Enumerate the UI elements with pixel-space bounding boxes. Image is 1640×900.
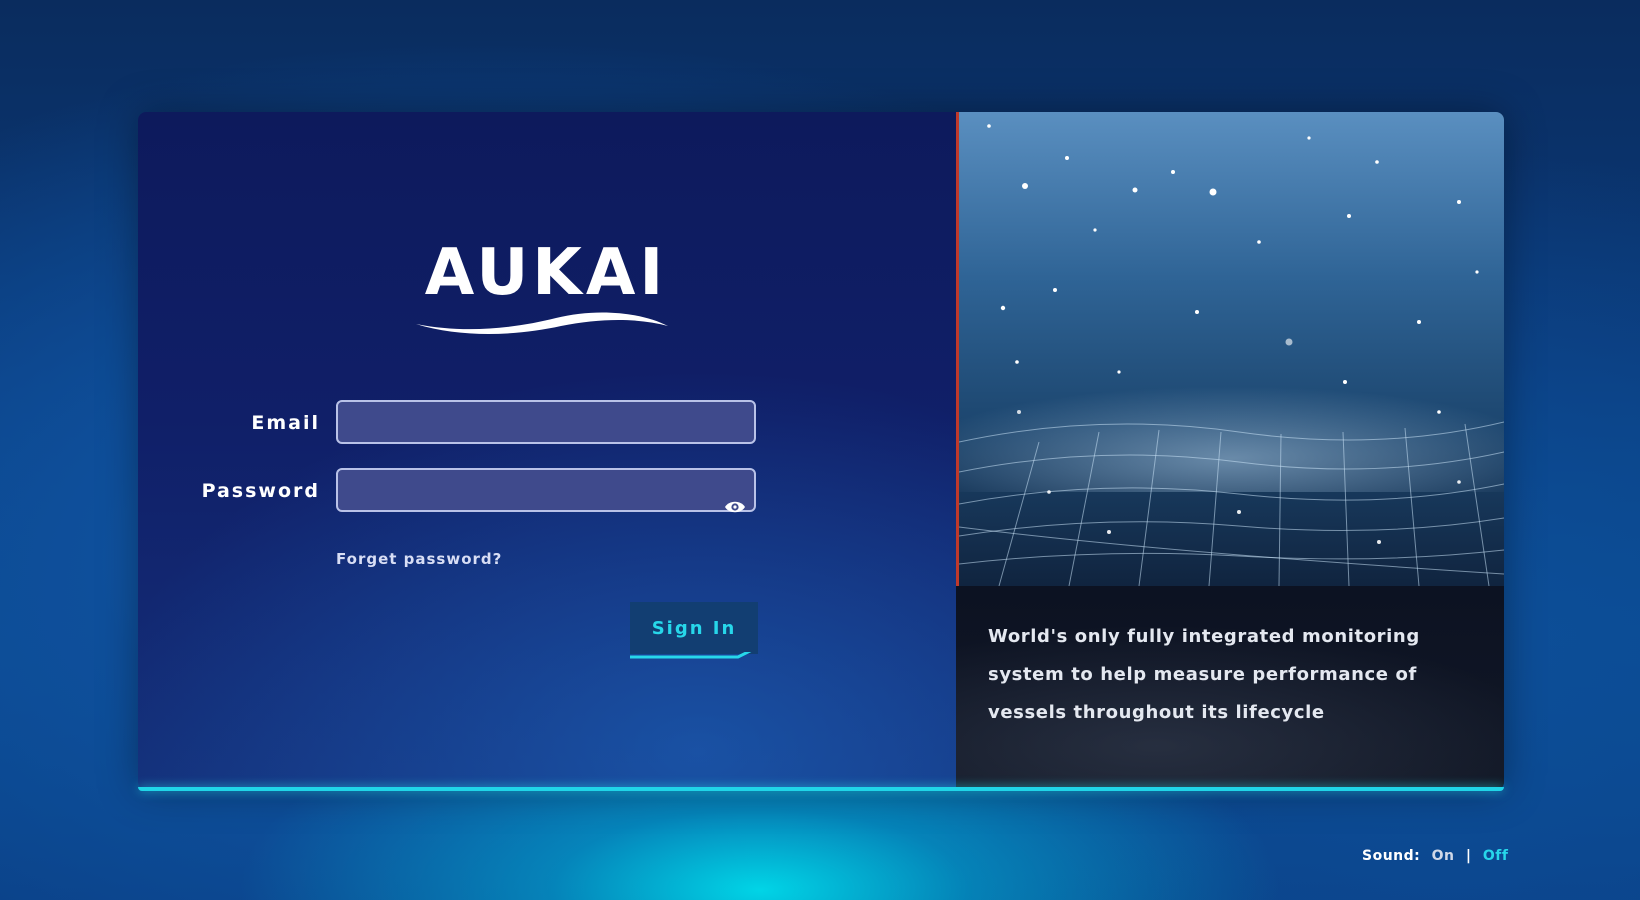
logo-swoosh-icon (416, 312, 668, 334)
network-grid-image (959, 112, 1504, 586)
sound-separator: | (1465, 848, 1472, 864)
logo-text: AUKAI (424, 236, 668, 310)
password-field[interactable] (336, 468, 756, 512)
password-label: Password (201, 480, 320, 502)
card-accent-bar (138, 787, 1504, 791)
sound-label: Sound: (1362, 848, 1421, 864)
caption-area: World's only fully integrated monitoring… (956, 586, 1504, 790)
sound-off-option[interactable]: Off (1483, 848, 1509, 864)
sign-in-underline (630, 652, 752, 659)
sound-on-option[interactable]: On (1432, 848, 1455, 864)
hero-panel: World's only fully integrated monitoring… (956, 112, 1504, 790)
sign-in-button[interactable]: Sign In (630, 602, 758, 654)
aukai-logo: AUKAI (406, 234, 686, 344)
email-field[interactable] (336, 400, 756, 444)
forgot-password-link[interactable]: Forget password? (336, 550, 502, 568)
sound-toggle: Sound: On | Off (1362, 848, 1508, 864)
email-label: Email (251, 412, 320, 434)
hero-caption: World's only fully integrated monitoring… (988, 626, 1420, 723)
panel-divider (956, 112, 959, 586)
eye-icon[interactable] (724, 498, 746, 516)
login-card: AUKAI Email Password Forget password? Si… (138, 112, 1504, 790)
login-panel: AUKAI Email Password Forget password? Si… (138, 112, 956, 790)
